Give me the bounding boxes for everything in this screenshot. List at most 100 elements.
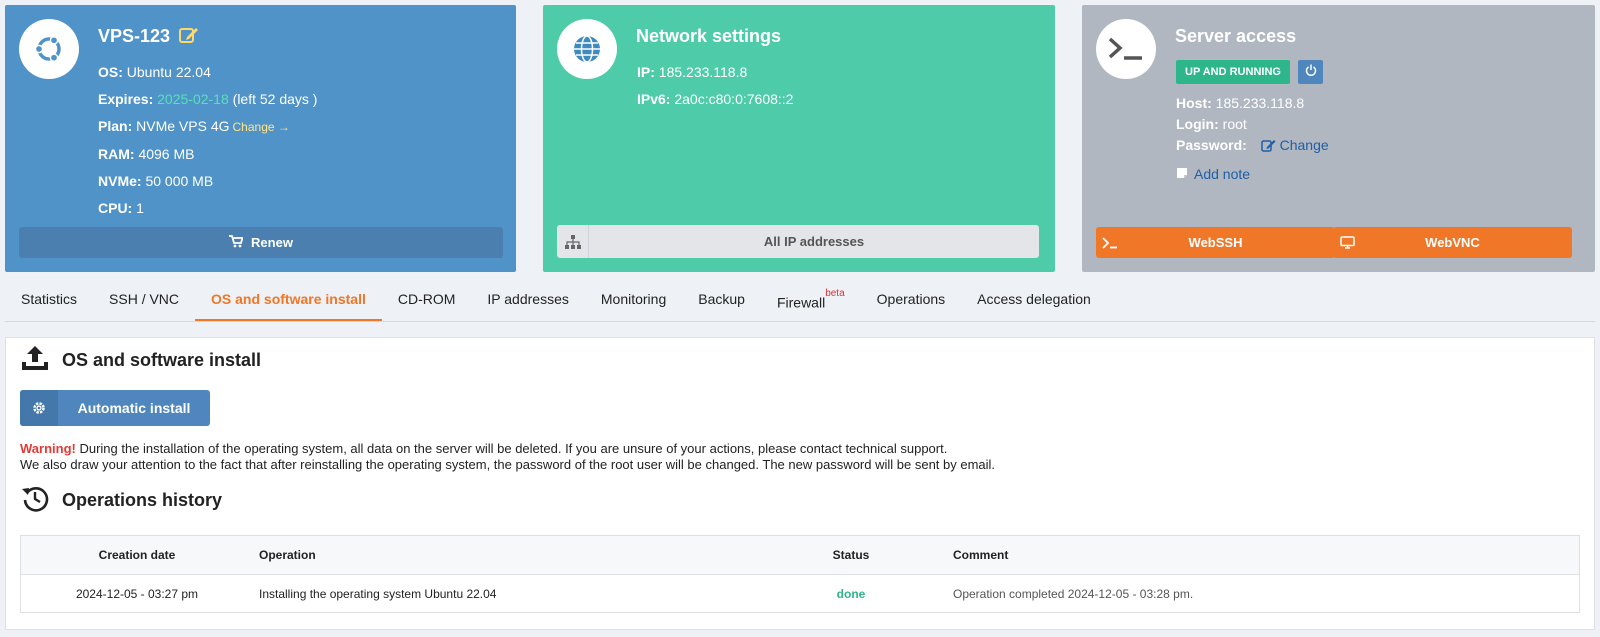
cell-comment: Operation completed 2024-12-05 - 03:28 p… xyxy=(953,586,1194,601)
vps-ram: RAM: 4096 MB xyxy=(98,141,317,168)
nvme-value: 50 000 MB xyxy=(145,173,214,189)
server-host: Host: 185.233.118.8 xyxy=(1176,93,1329,114)
sitemap-icon xyxy=(557,225,589,258)
tab-label: Backup xyxy=(698,291,745,307)
ram-value: 4096 MB xyxy=(138,146,195,162)
ipv6-value: 2a0c:c80:0:7608::2 xyxy=(674,91,794,107)
network-title: Network settings xyxy=(636,26,782,46)
password-change-label: Change xyxy=(1279,137,1329,153)
cell-date: 2024-12-05 - 03:27 pm xyxy=(75,586,199,601)
install-panel: OS and software install Automatic instal… xyxy=(5,337,1595,630)
cpu-value: 1 xyxy=(136,200,144,216)
vps-name: VPS-123 xyxy=(98,26,171,46)
cpu-label: CPU: xyxy=(98,200,133,216)
globe-icon xyxy=(557,19,617,79)
tab-bar: Statistics SSH / VNC OS and software ins… xyxy=(5,277,1595,322)
vps-os: OS: Ubuntu 22.04 xyxy=(98,59,317,86)
column-header: Creation date xyxy=(98,548,176,562)
history-table: Creation date Operation Status Comment 2… xyxy=(20,535,1580,613)
expires-date: 2025-02-18 xyxy=(157,91,229,107)
tab-backup[interactable]: Backup xyxy=(682,277,761,321)
table-row: 2024-12-05 - 03:27 pm Installing the ope… xyxy=(21,575,1579,612)
tab-label: IP addresses xyxy=(487,291,569,307)
terminal-small-icon xyxy=(1096,236,1124,249)
tab-firewall[interactable]: Firewallbeta xyxy=(761,277,861,321)
host-value: 185.233.118.8 xyxy=(1215,95,1305,111)
ubuntu-logo-icon xyxy=(19,19,79,79)
column-header: Comment xyxy=(953,548,1009,562)
monitor-icon xyxy=(1333,236,1361,249)
add-note-link[interactable]: Add note xyxy=(1176,166,1250,182)
power-icon xyxy=(1305,63,1317,81)
edit-icon[interactable] xyxy=(179,26,199,49)
network-ipv6: IPv6: 2a0c:c80:0:7608::2 xyxy=(637,86,793,113)
tab-os-install[interactable]: OS and software install xyxy=(195,277,382,321)
os-label: OS: xyxy=(98,64,123,80)
vps-title: VPS-123 xyxy=(98,26,199,49)
terminal-icon xyxy=(1096,19,1156,79)
os-value: Ubuntu 22.04 xyxy=(126,64,211,80)
ipv6-label: IPv6: xyxy=(637,91,671,107)
add-note-label: Add note xyxy=(1194,166,1251,182)
webvnc-button[interactable]: WebVNC xyxy=(1333,227,1572,258)
power-button[interactable] xyxy=(1298,60,1323,84)
warning-text: During the installation of the operating… xyxy=(75,441,948,456)
all-ip-addresses-button[interactable]: All IP addresses xyxy=(557,225,1039,258)
tab-ssh-vnc[interactable]: SSH / VNC xyxy=(93,277,195,321)
install-header: OS and software install xyxy=(20,344,261,377)
ip-label: IP: xyxy=(637,64,655,80)
edit-icon xyxy=(1260,140,1276,152)
renew-button[interactable]: Renew xyxy=(19,227,503,258)
expires-left: (left 52 days ) xyxy=(232,91,318,107)
network-details: IP: 185.233.118.8 IPv6: 2a0c:c80:0:7608:… xyxy=(637,59,793,113)
column-header: Status xyxy=(832,548,870,562)
login-value: root xyxy=(1222,116,1247,132)
automatic-install-button[interactable]: Automatic install xyxy=(20,390,210,426)
network-ip: IP: 185.233.118.8 xyxy=(637,59,793,86)
login-label: Login: xyxy=(1176,116,1219,132)
password-label: Password: xyxy=(1176,137,1247,153)
vps-card: VPS-123 OS: Ubuntu 22.04 Expires: 2025-0… xyxy=(5,5,516,272)
password-change-link[interactable]: Change xyxy=(1260,137,1329,153)
vps-nvme: NVMe: 50 000 MB xyxy=(98,168,317,195)
tab-label: Operations xyxy=(876,291,946,307)
install-title: OS and software install xyxy=(62,350,262,370)
warning-word: Warning! xyxy=(20,441,76,456)
server-login: Login: root xyxy=(1176,114,1329,135)
history-header: Operations history xyxy=(20,484,222,517)
cart-icon xyxy=(229,234,244,251)
plan-change-link[interactable]: Change → xyxy=(233,120,290,134)
note-icon xyxy=(1176,166,1188,182)
webssh-label: WebSSH xyxy=(1188,235,1243,250)
tab-label: OS and software install xyxy=(211,291,366,307)
cell-status: done xyxy=(836,586,866,601)
tab-label: Firewall xyxy=(776,294,826,311)
automatic-install-label: Automatic install xyxy=(77,400,191,416)
expires-label: Expires: xyxy=(98,91,154,107)
warning-line-2: We also draw your attention to the fact … xyxy=(20,457,996,472)
host-label: Host: xyxy=(1176,95,1212,111)
nvme-label: NVMe: xyxy=(98,173,142,189)
server-access-card: Server access UP AND RUNNING Host: 185.2… xyxy=(1082,5,1595,272)
all-ip-label: All IP addresses xyxy=(763,234,865,249)
upload-icon xyxy=(20,344,50,377)
tab-ip-addresses[interactable]: IP addresses xyxy=(471,277,584,321)
history-title: Operations history xyxy=(62,490,223,510)
plan-label: Plan: xyxy=(98,118,133,134)
tab-statistics[interactable]: Statistics xyxy=(5,277,93,321)
install-warning: Warning! During the installation of the … xyxy=(20,441,995,473)
tab-label: Monitoring xyxy=(600,291,667,307)
tab-label: Access delegation xyxy=(977,291,1091,307)
tab-operations[interactable]: Operations xyxy=(861,277,961,321)
tab-access-delegation[interactable]: Access delegation xyxy=(961,277,1107,321)
beta-badge: beta xyxy=(825,288,845,299)
history-icon xyxy=(20,484,50,517)
vps-expires: Expires: 2025-02-18 (left 52 days ) xyxy=(98,86,317,113)
webvnc-label: WebVNC xyxy=(1425,235,1480,250)
webssh-button[interactable]: WebSSH xyxy=(1096,227,1335,258)
tab-label: SSH / VNC xyxy=(109,291,180,307)
server-password: Password: Change xyxy=(1176,135,1329,156)
tab-cd-rom[interactable]: CD-ROM xyxy=(382,277,472,321)
tab-monitoring[interactable]: Monitoring xyxy=(585,277,682,321)
plan-value: NVMe VPS 4G xyxy=(136,118,230,134)
